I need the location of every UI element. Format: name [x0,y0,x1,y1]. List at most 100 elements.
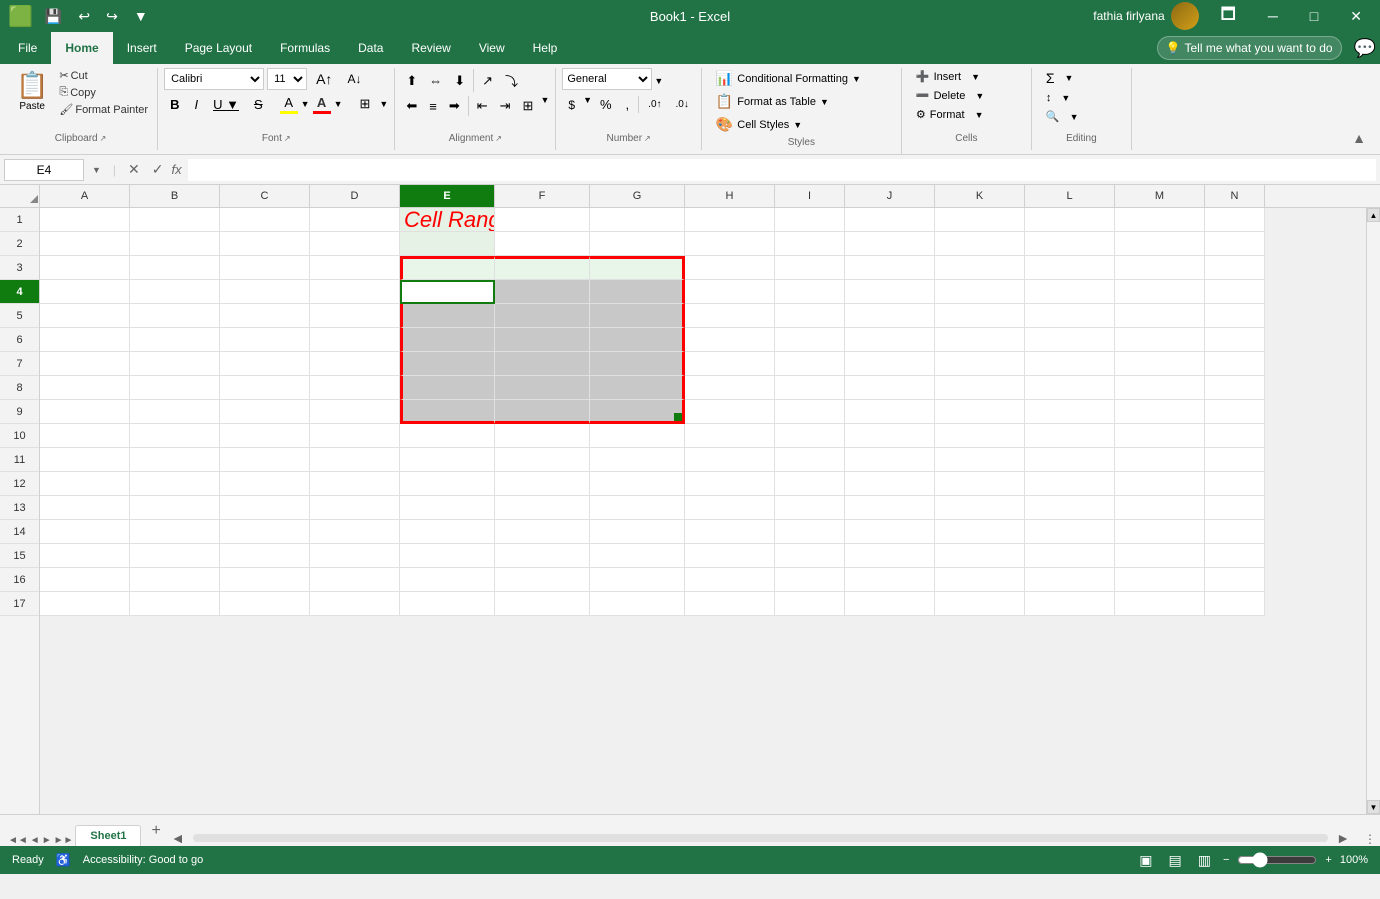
cell-F13[interactable] [495,496,590,520]
cell-H17[interactable] [685,592,775,616]
cell-B13[interactable] [130,496,220,520]
cell-L17[interactable] [1025,592,1115,616]
cell-K13[interactable] [935,496,1025,520]
cell-K12[interactable] [935,472,1025,496]
cell-E10[interactable] [400,424,495,448]
cell-C6[interactable] [220,328,310,352]
format-arrow-icon[interactable]: ▼ [975,110,984,120]
cell-E11[interactable] [400,448,495,472]
cell-D17[interactable] [310,592,400,616]
row-num-14[interactable]: 14 [0,520,39,544]
cell-K9[interactable] [935,400,1025,424]
cell-E5[interactable] [400,304,495,328]
cell-L2[interactable] [1025,232,1115,256]
cell-I8[interactable] [775,376,845,400]
cell-N10[interactable] [1205,424,1265,448]
cell-L9[interactable] [1025,400,1115,424]
cell-I14[interactable] [775,520,845,544]
conditional-formatting-button[interactable]: 📊 Conditional Formatting ▼ [708,68,869,89]
select-all-button[interactable] [0,185,40,207]
cell-M14[interactable] [1115,520,1205,544]
borders-arrow-icon[interactable]: ▼ [379,99,388,109]
font-size-select[interactable]: 11 [267,68,307,90]
cell-D12[interactable] [310,472,400,496]
cell-D3[interactable] [310,256,400,280]
cell-K17[interactable] [935,592,1025,616]
decrease-decimal-button[interactable]: .0↓ [670,95,695,114]
sort-filter-button[interactable]: ↕ [1038,90,1060,106]
cell-E8[interactable] [400,376,495,400]
col-header-I[interactable]: I [775,185,845,207]
cell-F1[interactable] [495,208,590,232]
format-painter-button[interactable]: 🖌Format Painter [56,102,151,117]
cell-C15[interactable] [220,544,310,568]
row-num-10[interactable]: 10 [0,424,39,448]
cell-B9[interactable] [130,400,220,424]
cell-C4[interactable] [220,280,310,304]
cell-F17[interactable] [495,592,590,616]
row-num-1[interactable]: 1 [0,208,39,232]
cell-K5[interactable] [935,304,1025,328]
cell-I16[interactable] [775,568,845,592]
tab-home[interactable]: Home [51,32,112,64]
cell-B14[interactable] [130,520,220,544]
cell-F14[interactable] [495,520,590,544]
cell-M3[interactable] [1115,256,1205,280]
cell-A14[interactable] [40,520,130,544]
cell-C5[interactable] [220,304,310,328]
tab-file[interactable]: File [4,32,51,64]
comma-button[interactable]: , [620,95,636,114]
cell-H12[interactable] [685,472,775,496]
cell-H2[interactable] [685,232,775,256]
delete-arrow-icon[interactable]: ▼ [975,91,984,101]
underline-button[interactable]: U ▼ [207,95,245,114]
cell-N8[interactable] [1205,376,1265,400]
cell-L1[interactable] [1025,208,1115,232]
cell-H8[interactable] [685,376,775,400]
cell-K7[interactable] [935,352,1025,376]
wrap-text-button[interactable]: ⤵ [500,68,523,93]
cell-K1[interactable] [935,208,1025,232]
h-scroll-track[interactable] [193,834,1328,842]
cell-L3[interactable] [1025,256,1115,280]
cell-C16[interactable] [220,568,310,592]
cell-C12[interactable] [220,472,310,496]
normal-view-button[interactable]: ▣ [1135,850,1156,871]
cell-K15[interactable] [935,544,1025,568]
cell-F15[interactable] [495,544,590,568]
cell-I1[interactable] [775,208,845,232]
currency-arrow-icon[interactable]: ▼ [583,95,592,114]
cell-F7[interactable] [495,352,590,376]
number-format-select[interactable]: General [562,68,652,90]
cell-J14[interactable] [845,520,935,544]
cell-G1[interactable] [590,208,685,232]
cell-H16[interactable] [685,568,775,592]
cancel-formula-button[interactable]: ✕ [124,159,144,180]
cell-D13[interactable] [310,496,400,520]
cell-I4[interactable] [775,280,845,304]
cell-D7[interactable] [310,352,400,376]
cell-M4[interactable] [1115,280,1205,304]
cell-E16[interactable] [400,568,495,592]
cell-N17[interactable] [1205,592,1265,616]
number-format-arrow-icon[interactable]: ▼ [654,76,663,86]
cell-L15[interactable] [1025,544,1115,568]
h-scroll-left-button[interactable]: ◄ [171,830,185,846]
cell-A15[interactable] [40,544,130,568]
cell-G16[interactable] [590,568,685,592]
collapse-ribbon-button[interactable]: ▲ [1342,126,1376,150]
cell-I6[interactable] [775,328,845,352]
cell-L11[interactable] [1025,448,1115,472]
row-num-7[interactable]: 7 [0,352,39,376]
cell-E15[interactable] [400,544,495,568]
col-header-M[interactable]: M [1115,185,1205,207]
cell-M2[interactable] [1115,232,1205,256]
row-num-17[interactable]: 17 [0,592,39,616]
cell-H13[interactable] [685,496,775,520]
cell-D16[interactable] [310,568,400,592]
cell-F2[interactable] [495,232,590,256]
col-header-K[interactable]: K [935,185,1025,207]
cell-A6[interactable] [40,328,130,352]
cell-N3[interactable] [1205,256,1265,280]
cell-B11[interactable] [130,448,220,472]
